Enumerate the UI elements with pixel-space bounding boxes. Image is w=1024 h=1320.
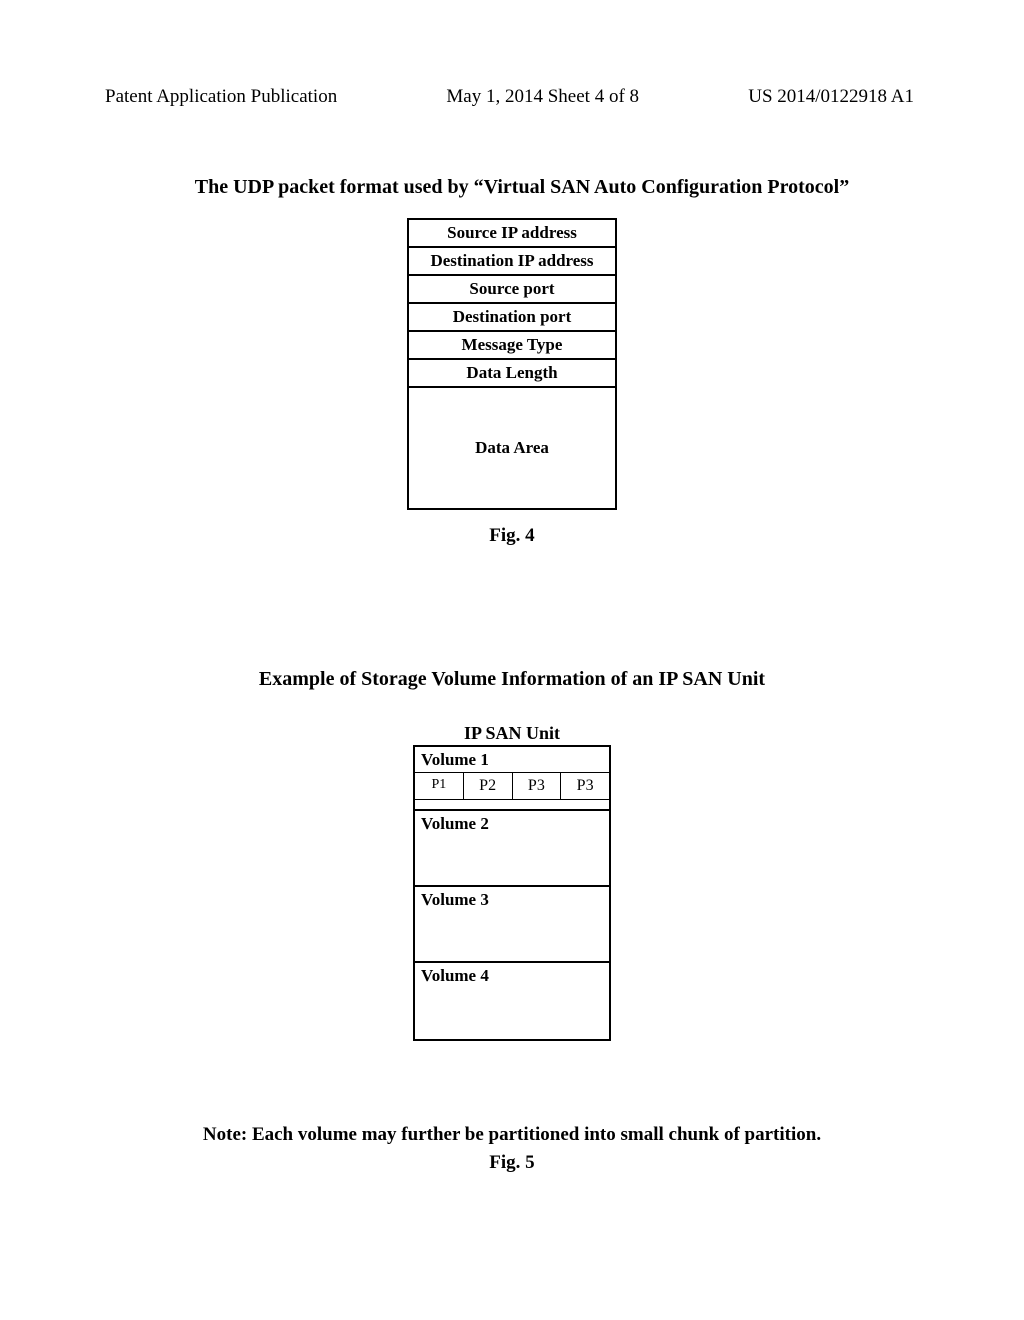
- fig4-caption: Fig. 4: [0, 525, 1024, 547]
- ipsan-unit-label: IP SAN Unit: [0, 723, 1024, 744]
- fig5-note: Note: Each volume may further be partiti…: [0, 1124, 1024, 1146]
- volume-4-label: Volume 4: [415, 963, 609, 986]
- header-right: US 2014/0122918 A1: [748, 86, 914, 108]
- fig5-caption: Fig. 5: [0, 1152, 1024, 1174]
- packet-row-dest-ip: Destination IP address: [409, 248, 615, 276]
- partition-p1: P1: [415, 773, 464, 799]
- volume-3-label: Volume 3: [415, 887, 609, 910]
- page-header: Patent Application Publication May 1, 20…: [0, 86, 1024, 108]
- packet-format-table: Source IP address Destination IP address…: [407, 218, 617, 510]
- volume-1-partitions: P1 P2 P3 P3: [415, 772, 609, 799]
- volume-1-spacer: [415, 799, 609, 809]
- header-center: May 1, 2014 Sheet 4 of 8: [446, 86, 639, 108]
- partition-p3b: P3: [561, 773, 609, 799]
- volume-3: Volume 3: [415, 887, 609, 963]
- volume-2: Volume 2: [415, 811, 609, 887]
- partition-p3: P3: [513, 773, 562, 799]
- volume-2-label: Volume 2: [415, 811, 609, 834]
- partition-p2: P2: [464, 773, 513, 799]
- packet-row-data-length: Data Length: [409, 360, 615, 388]
- volume-1: Volume 1 P1 P2 P3 P3: [415, 747, 609, 811]
- ipsan-unit-table: Volume 1 P1 P2 P3 P3 Volume 2 Volume 3 V…: [413, 745, 611, 1041]
- fig5-title: Example of Storage Volume Information of…: [0, 668, 1024, 691]
- packet-row-source-port: Source port: [409, 276, 615, 304]
- packet-row-source-ip: Source IP address: [409, 220, 615, 248]
- fig4-title: The UDP packet format used by “Virtual S…: [0, 176, 1024, 199]
- packet-row-dest-port: Destination port: [409, 304, 615, 332]
- volume-1-label: Volume 1: [415, 747, 609, 770]
- volume-4: Volume 4: [415, 963, 609, 1039]
- packet-row-data-area: Data Area: [409, 388, 615, 508]
- header-left: Patent Application Publication: [105, 86, 337, 108]
- packet-row-message-type: Message Type: [409, 332, 615, 360]
